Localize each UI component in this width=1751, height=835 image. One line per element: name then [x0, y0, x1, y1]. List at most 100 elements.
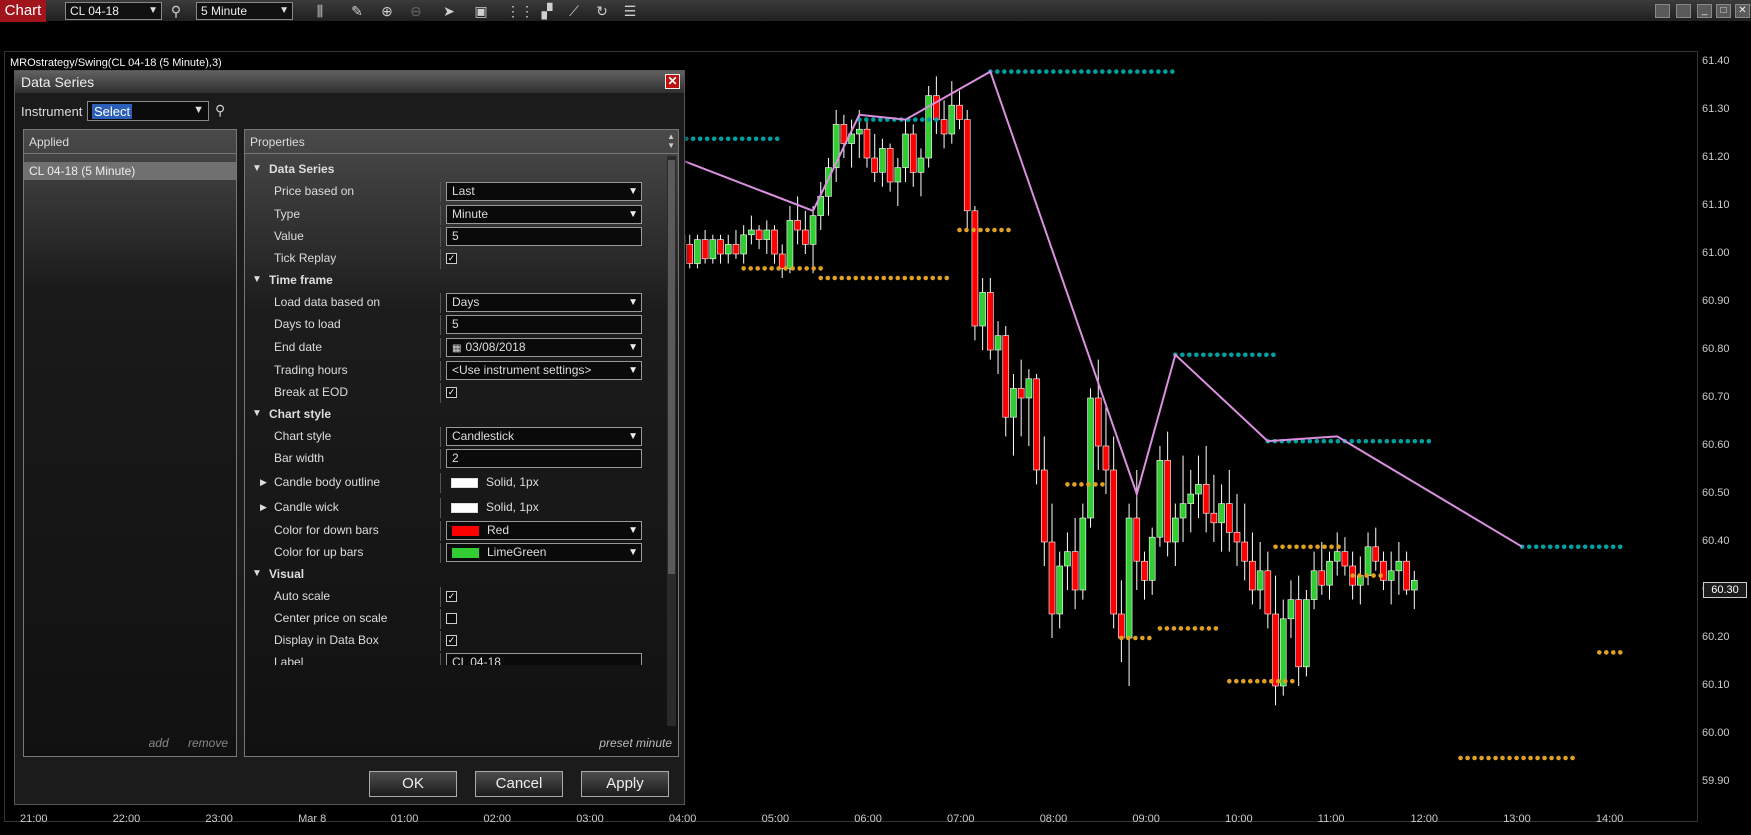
properties-scrollbar[interactable] [667, 156, 676, 726]
zoom-out-icon[interactable]: ⊖ [407, 2, 425, 20]
applied-header: Applied [24, 130, 236, 154]
scroll-arrows-icon[interactable]: ▲ ▼ [667, 132, 675, 150]
tile-icon[interactable] [1676, 4, 1691, 18]
time-tick-label: 01:00 [390, 813, 419, 825]
candle-body [1387, 570, 1395, 581]
prop-break-at-eod: Break at EOD ✓ [245, 381, 665, 403]
swing-high-dot [1533, 544, 1539, 550]
close-icon[interactable]: ✕ [1735, 4, 1750, 18]
refresh-icon[interactable]: ↻ [593, 2, 611, 20]
category-label: Visual [269, 567, 305, 581]
swing-high-dot [1128, 69, 1133, 74]
break-at-eod-checkbox[interactable]: ✓ [446, 387, 457, 398]
swing-low-dot [1610, 650, 1616, 655]
strategy-icon[interactable]: ⋮⋮ [506, 2, 534, 20]
remove-link[interactable]: remove [188, 736, 228, 750]
swing-high-dot [1412, 438, 1418, 444]
dialog-title[interactable]: Data Series [15, 71, 684, 93]
pencil-icon[interactable]: ✎ [348, 2, 366, 20]
type-select[interactable]: Minute ▼ [446, 205, 642, 224]
prop-candle-wick[interactable]: ▶ Candle wick Solid, 1px [245, 496, 665, 518]
candle-body [1079, 517, 1087, 591]
swing-high-dot [1044, 69, 1049, 74]
price-tick-label: 61.30 [1702, 103, 1730, 115]
swing-low-dot [1079, 482, 1084, 487]
swing-low-dot [1280, 544, 1285, 550]
auto-scale-checkbox[interactable]: ✓ [446, 591, 457, 602]
category-data-series[interactable]: ▼ Data Series [245, 158, 665, 180]
chart-trader-icon[interactable]: ▞ [538, 2, 556, 20]
category-chart-style[interactable]: ▼ Chart style [245, 403, 665, 425]
swing-high-dot [1419, 438, 1425, 444]
applied-item[interactable]: CL 04-18 (5 Minute) [24, 162, 236, 180]
candle-wick-value[interactable]: Solid, 1px [451, 496, 539, 518]
instrument-selector[interactable]: CL 04-18 ▼ [65, 2, 162, 20]
select-value: Days [452, 295, 480, 309]
apply-button[interactable]: Apply [581, 771, 669, 797]
expand-triangle-icon: ▶ [260, 477, 267, 487]
interval-selector[interactable]: 5 Minute ▼ [196, 2, 293, 20]
category-time-frame[interactable]: ▼ Time frame [245, 269, 665, 291]
price-based-on-select[interactable]: Last ▼ [446, 182, 642, 201]
end-date-picker[interactable]: ▦ 03/08/2018 ▼ [446, 338, 642, 357]
time-tick-label: 04:00 [668, 813, 697, 825]
swing-low-dot [1119, 635, 1124, 641]
trading-hours-select[interactable]: <Use instrument settings> ▼ [446, 361, 642, 380]
down-bar-color-select[interactable]: Red ▼ [446, 521, 642, 540]
load-data-based-on-select[interactable]: Days ▼ [446, 293, 642, 312]
candle-body-outline-value[interactable]: Solid, 1px [451, 471, 539, 493]
prop-color-down-bars: Color for down bars Red ▼ [245, 519, 665, 541]
chart-tab[interactable]: Chart [0, 0, 46, 22]
search-icon[interactable]: ⚲ [167, 2, 185, 20]
prop-candle-body-outline[interactable]: ▶ Candle body outline Solid, 1px [245, 471, 665, 493]
days-to-load-input[interactable]: 5 [446, 315, 642, 334]
chart-style-select[interactable]: Candlestick ▼ [446, 427, 642, 446]
prop-days-to-load: Days to load 5 [245, 313, 665, 335]
center-price-checkbox[interactable] [446, 613, 457, 624]
display-data-box-checkbox[interactable]: ✓ [446, 635, 457, 646]
swing-high-dot [1610, 544, 1616, 550]
swing-low-dot [1192, 626, 1198, 631]
instrument-select-value: Select [92, 104, 133, 119]
price-tick-label: 60.00 [1702, 727, 1730, 739]
bars-type-icon[interactable]: ⫼ [311, 2, 329, 20]
candle-body [1202, 484, 1210, 514]
value-input[interactable]: 5 [446, 227, 642, 246]
swing-high-dot [1229, 352, 1234, 358]
cancel-button[interactable]: Cancel [475, 771, 563, 797]
add-link[interactable]: add [149, 736, 169, 750]
instrument-select[interactable]: Select ▼ [87, 101, 209, 121]
pointer-icon[interactable]: ➤ [440, 2, 458, 20]
label-input[interactable]: CL 04-18 [446, 653, 642, 665]
swing-high-dot [1363, 438, 1369, 444]
category-visual[interactable]: ▼ Visual [245, 563, 665, 585]
data-box-icon[interactable]: ▣ [472, 2, 490, 20]
candle-body [948, 104, 956, 135]
collapse-triangle-icon: ▼ [252, 408, 262, 419]
prop-label-text: Candle wick [274, 500, 339, 514]
swing-high-dot [1370, 438, 1376, 444]
zoom-in-icon[interactable]: ⊕ [378, 2, 396, 20]
restore-icon[interactable] [1655, 4, 1670, 18]
value-text: Solid, 1px [486, 500, 539, 514]
maximize-icon[interactable]: □ [1716, 4, 1731, 18]
tick-replay-checkbox[interactable]: ✓ [446, 253, 457, 264]
indicator-icon[interactable]: ⟋ [565, 2, 583, 20]
candle-body [701, 239, 709, 260]
swing-low-dot [1486, 755, 1491, 761]
ok-button[interactable]: OK [369, 771, 457, 797]
prop-label: Center price on scale [274, 611, 388, 625]
swing-low-dot [762, 266, 767, 271]
up-bar-color-select[interactable]: LimeGreen ▼ [446, 543, 642, 562]
candle-body [1287, 599, 1295, 620]
candle-body [1195, 484, 1202, 495]
scrollbar-thumb[interactable] [668, 160, 675, 574]
properties-icon[interactable]: ☰ [621, 2, 639, 20]
preset-link[interactable]: preset minute [599, 736, 672, 750]
minimize-icon[interactable]: _ [1697, 4, 1712, 18]
swing-low-dot [1294, 544, 1299, 550]
bar-width-input[interactable]: 2 [446, 449, 642, 468]
search-icon[interactable]: ⚲ [215, 102, 225, 119]
close-icon[interactable]: ✕ [665, 74, 680, 89]
prop-label: Color for down bars [274, 523, 379, 537]
